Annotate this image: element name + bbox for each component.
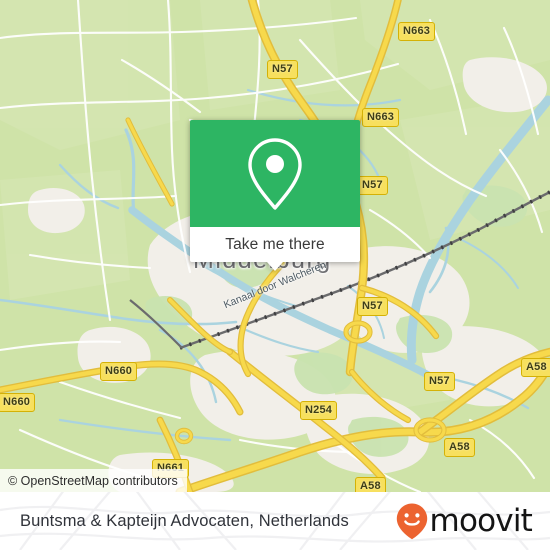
road-shield-n57[interactable]: N57 <box>267 60 298 79</box>
road-shield-n57[interactable]: N57 <box>357 297 388 316</box>
road-shield-n57[interactable]: N57 <box>424 372 455 391</box>
moovit-smiley-pin-icon <box>396 503 427 540</box>
moovit-map-card: Middelburg Kanaal door Walcheren N663 N5… <box>0 0 550 550</box>
moovit-brand[interactable]: moovit <box>395 502 533 540</box>
road-shield-a58[interactable]: A58 <box>355 477 386 492</box>
road-shield-n663[interactable]: N663 <box>398 22 436 41</box>
popup-cta-bar[interactable]: Take me there <box>190 227 360 262</box>
osm-attribution[interactable]: © OpenStreetMap contributors <box>0 469 187 492</box>
take-me-there-label: Take me there <box>225 235 325 253</box>
popup-pin-panel <box>190 120 360 227</box>
road-shield-n660[interactable]: N660 <box>100 362 138 381</box>
location-popup[interactable]: Take me there <box>190 120 360 271</box>
road-shield-n663[interactable]: N663 <box>362 108 400 127</box>
road-shield-n660[interactable]: N660 <box>0 393 36 412</box>
location-title: Buntsma & Kapteijn Advocaten, Netherland… <box>20 511 349 530</box>
map-pin-icon <box>248 137 302 210</box>
card-footer: Buntsma & Kapteijn Advocaten, Netherland… <box>0 492 550 550</box>
popup-tail-pointer <box>267 262 283 271</box>
moovit-wordmark: moovit <box>429 502 533 539</box>
map-canvas[interactable]: Middelburg Kanaal door Walcheren N663 N5… <box>0 0 550 492</box>
road-shield-a58[interactable]: A58 <box>444 438 475 457</box>
road-shield-n57[interactable]: N57 <box>357 176 388 195</box>
road-shield-a58[interactable]: A58 <box>521 358 550 377</box>
road-shield-n254[interactable]: N254 <box>300 401 338 420</box>
